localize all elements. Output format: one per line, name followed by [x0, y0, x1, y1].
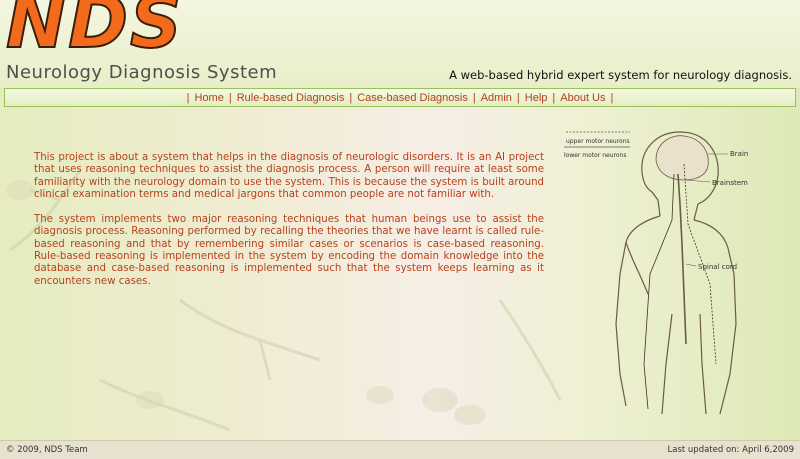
- legend-upper-motor-neurons: upper motor neurons: [566, 138, 630, 145]
- label-spinal-cord: Spinal cord: [698, 263, 737, 271]
- main-content: This project is about a system that help…: [34, 152, 544, 301]
- intro-paragraph: This project is about a system that help…: [34, 152, 544, 200]
- label-brain: Brain: [730, 150, 748, 158]
- label-brainstem: Brainstem: [712, 179, 748, 187]
- reasoning-paragraph: The system implements two major reasonin…: [34, 214, 544, 287]
- nav-rule-based-link[interactable]: Rule-based Diagnosis: [232, 92, 350, 104]
- site-footer: © 2009, NDS Team Last updated on: April …: [0, 440, 800, 459]
- nav-help-link[interactable]: Help: [520, 92, 553, 104]
- nav-admin-link[interactable]: Admin: [476, 92, 517, 104]
- nav-about-link[interactable]: About Us: [555, 92, 610, 104]
- site-header: NDS Neurology Diagnosis System A web-bas…: [0, 0, 800, 88]
- main-nav: | Home | Rule-based Diagnosis | Case-bas…: [4, 88, 796, 107]
- nav-separator: |: [610, 91, 614, 104]
- legend-lower-motor-neurons: lower motor neurons: [564, 152, 626, 159]
- nav-home-link[interactable]: Home: [190, 92, 229, 104]
- footer-copyright: © 2009, NDS Team: [6, 445, 88, 455]
- site-logo: NDS: [5, 0, 184, 64]
- nav-case-based-link[interactable]: Case-based Diagnosis: [352, 92, 473, 104]
- spinal-cord-line: [677, 173, 687, 345]
- nervous-system-illustration: upper motor neurons lower motor neurons …: [564, 131, 748, 415]
- site-subtitle: Neurology Diagnosis System: [6, 62, 278, 83]
- footer-last-updated: Last updated on: April 6,2009: [667, 445, 794, 455]
- brain-shape: [655, 135, 709, 181]
- site-tagline: A web-based hybrid expert system for neu…: [449, 68, 792, 82]
